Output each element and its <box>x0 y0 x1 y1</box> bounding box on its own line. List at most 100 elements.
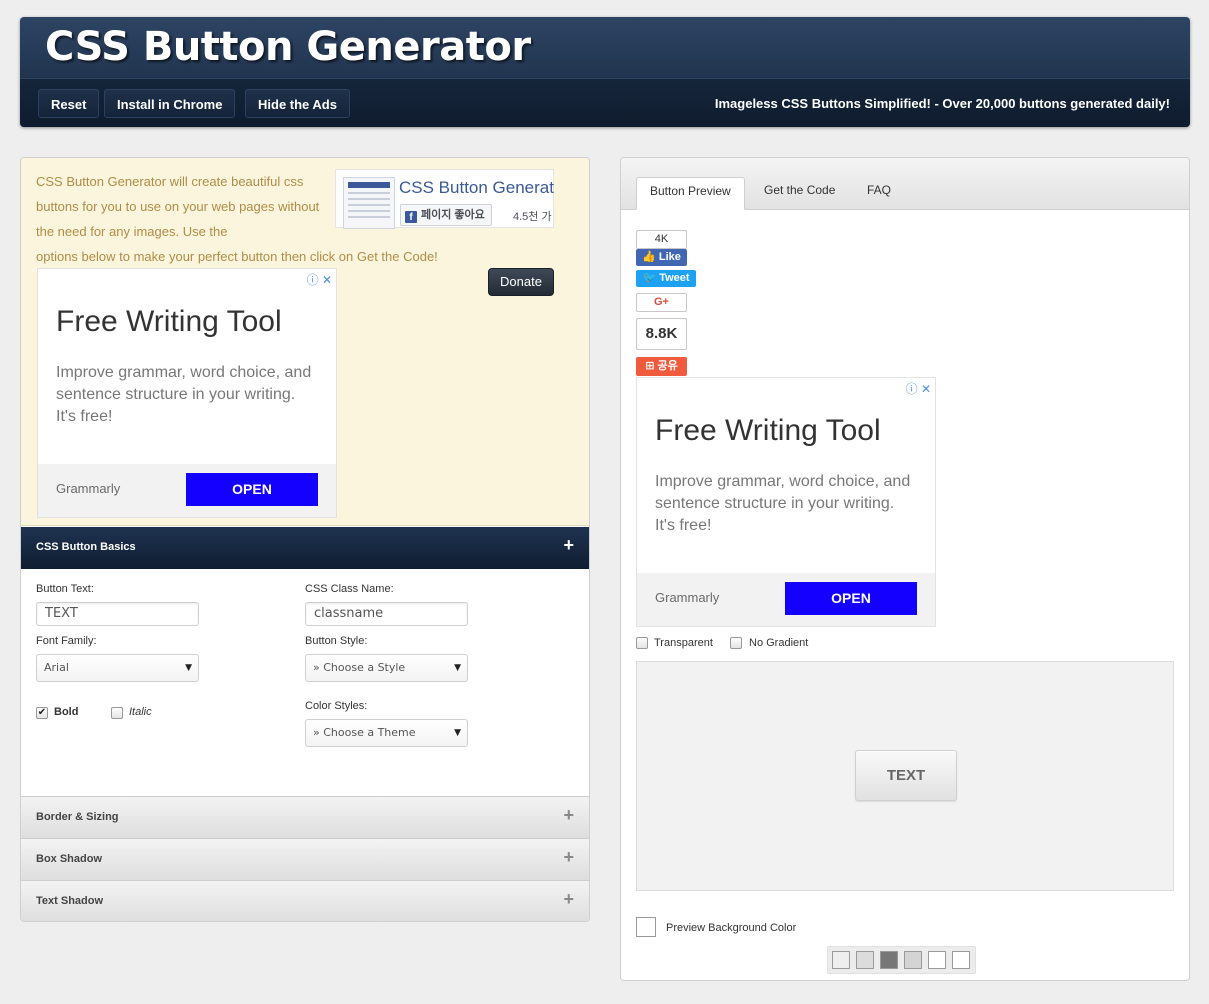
left-panel: CSS Button Generator will create beautif… <box>20 157 590 922</box>
intro-text-last: options below to make your perfect butto… <box>36 249 438 264</box>
ad-banner[interactable]: ⓘ ✕ Free Writing Tool Improve grammar, w… <box>37 268 337 518</box>
basics-form: Button Text: TEXT CSS Class Name: classn… <box>21 569 589 796</box>
swatch-1[interactable] <box>856 951 874 969</box>
thumbs-up-icon: 👍 <box>642 251 656 263</box>
button-style-select[interactable]: » Choose a Style ▼ <box>305 654 468 682</box>
plus-icon[interactable]: + <box>563 889 574 910</box>
fb-like-count: 4K <box>636 230 687 249</box>
share-widget[interactable]: 8.8K ⊞ 공유 <box>636 318 687 376</box>
ad-body: Improve grammar, word choice, and senten… <box>655 473 911 534</box>
ad-brand: Grammarly <box>655 590 720 605</box>
section-title: Text Shadow <box>36 895 104 907</box>
tab-get-the-code[interactable]: Get the Code <box>751 177 848 210</box>
section-css-button-basics[interactable]: CSS Button Basics + <box>21 527 589 569</box>
facebook-like-widget[interactable]: 4K 👍 Like <box>636 230 687 266</box>
plus-square-icon: ⊞ <box>645 360 655 372</box>
italic-checkbox[interactable] <box>111 707 123 719</box>
fb-like-label: Like <box>658 251 681 263</box>
ad-banner-right[interactable]: ⓘ ✕ Free Writing Tool Improve grammar, w… <box>636 377 936 627</box>
chevron-down-icon: ▼ <box>454 663 461 673</box>
tab-button-preview[interactable]: Button Preview <box>636 177 745 210</box>
site-title: CSS Button Generator <box>45 24 531 70</box>
ad-brand: Grammarly <box>56 481 121 496</box>
section-title: Box Shadow <box>36 853 103 865</box>
font-family-select[interactable]: Arial ▼ <box>36 654 199 682</box>
fb-page-name[interactable]: CSS Button Generator <box>399 178 554 198</box>
bold-checkbox[interactable]: ✔ <box>36 707 48 719</box>
preview-bg-color-label: Preview Background Color <box>666 922 797 934</box>
page-thumbnail <box>343 177 395 229</box>
facebook-page-widget[interactable]: CSS Button Generator f 페이지 좋아요 4.5천 가 <box>335 169 554 229</box>
font-family-label: Font Family: <box>36 635 97 647</box>
facebook-icon: f <box>405 211 417 223</box>
tagline: Imageless CSS Buttons Simplified! - Over… <box>714 96 1170 111</box>
color-styles-label: Color Styles: <box>305 700 368 712</box>
class-name-label: CSS Class Name: <box>305 583 394 595</box>
tweet-button[interactable]: 🐦 Tweet <box>636 270 696 287</box>
fb-like-count: 4.5천 가 <box>513 211 552 223</box>
twitter-bird-icon: 🐦 <box>642 272 657 284</box>
plus-icon[interactable]: + <box>563 535 574 556</box>
install-chrome-button[interactable]: Install in Chrome <box>104 89 236 118</box>
section-title: CSS Button Basics <box>36 541 136 553</box>
intro-box: CSS Button Generator will create beautif… <box>21 158 589 526</box>
right-panel: Button Preview Get the Code FAQ 4K 👍 Lik… <box>620 157 1190 981</box>
section-title: Border & Sizing <box>36 811 119 823</box>
preview-bg-color-picker[interactable] <box>636 917 656 937</box>
class-name-input[interactable]: classname <box>305 602 468 626</box>
share-button[interactable]: ⊞ 공유 <box>636 357 687 376</box>
fb-like-label: 페이지 좋아요 <box>421 209 485 221</box>
preview-stage: TEXT <box>636 661 1174 891</box>
button-text-input[interactable]: TEXT <box>36 602 199 626</box>
transparent-checkbox[interactable] <box>636 637 648 649</box>
hide-ads-button[interactable]: Hide the Ads <box>245 89 350 118</box>
font-family-value: Arial <box>44 661 69 674</box>
chevron-down-icon: ▼ <box>185 663 192 673</box>
swatch-0[interactable] <box>832 951 850 969</box>
tweet-label: Tweet <box>659 272 690 284</box>
button-style-label: Button Style: <box>305 635 368 647</box>
ad-body: Improve grammar, word choice, and senten… <box>56 364 312 425</box>
share-label: 공유 <box>657 360 678 372</box>
color-styles-select[interactable]: » Choose a Theme ▼ <box>305 719 468 747</box>
plus-icon[interactable]: + <box>563 805 574 826</box>
button-style-value: » Choose a Style <box>313 661 406 674</box>
plus-icon[interactable]: + <box>563 847 574 868</box>
tweet-widget[interactable]: 🐦 Tweet <box>636 270 696 287</box>
no-gradient-label: No Gradient <box>749 637 809 649</box>
swatch-2[interactable] <box>880 951 898 969</box>
button-text-label: Button Text: <box>36 583 94 595</box>
reset-button[interactable]: Reset <box>38 89 100 118</box>
swatch-3[interactable] <box>904 951 922 969</box>
ad-open-button[interactable]: OPEN <box>186 473 318 506</box>
ad-close-icon[interactable]: ⓘ ✕ <box>307 271 332 288</box>
transparent-label: Transparent <box>654 637 713 649</box>
fb-like-button[interactable]: 👍 Like <box>636 249 687 266</box>
share-count: 8.8K <box>636 318 687 350</box>
swatch-5[interactable] <box>952 951 970 969</box>
swatch-4[interactable] <box>928 951 946 969</box>
ad-footer: Grammarly OPEN <box>637 573 935 626</box>
nav-bar: Reset Install in Chrome Hide the Ads Ima… <box>20 78 1190 127</box>
site-header: CSS Button Generator Reset Install in Ch… <box>20 17 1190 127</box>
section-box-shadow[interactable]: Box Shadow + <box>21 838 589 880</box>
italic-label: Italic <box>129 706 152 718</box>
ad-headline: Free Writing Tool <box>56 305 282 338</box>
ad-open-button[interactable]: OPEN <box>785 582 917 615</box>
donate-button[interactable]: Donate <box>488 268 554 296</box>
no-gradient-checkbox[interactable] <box>730 637 742 649</box>
preview-button[interactable]: TEXT <box>855 750 957 801</box>
ad-footer: Grammarly OPEN <box>38 464 336 517</box>
gplus-button[interactable]: G+ <box>636 293 687 312</box>
bold-label: Bold <box>54 706 79 718</box>
ad-close-icon[interactable]: ⓘ ✕ <box>906 380 931 397</box>
fb-page-like-button[interactable]: f 페이지 좋아요 <box>400 204 492 226</box>
intro-text: CSS Button Generator will create beautif… <box>36 174 320 239</box>
section-border-sizing[interactable]: Border & Sizing + <box>21 796 589 838</box>
gplus-widget[interactable]: G+ <box>636 293 687 312</box>
tab-bar: Button Preview Get the Code FAQ <box>621 158 1189 210</box>
ad-headline: Free Writing Tool <box>655 414 881 447</box>
tab-faq[interactable]: FAQ <box>854 177 904 210</box>
color-styles-value: » Choose a Theme <box>313 726 416 739</box>
section-text-shadow[interactable]: Text Shadow + <box>21 880 589 921</box>
